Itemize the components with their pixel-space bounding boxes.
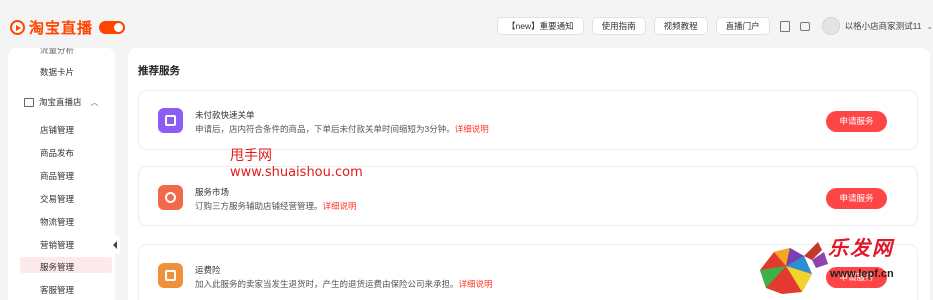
top-bar: 淘宝直播 【new】重要通知 使用指南 视频教程 直播门户 以格小店商家测试11… (0, 0, 933, 48)
sidebar: 流量分析 数据卡片 淘宝直播店 ︿ 店铺管理 商品发布 商品管理 交易管理 物流… (8, 48, 115, 300)
sidebar-item-shop-manage[interactable]: 店铺管理 (40, 124, 74, 136)
service-card: 未付款快速关单 申请后，店内符合条件的商品，下单后未付款关单时间缩短为3分钟。详… (138, 90, 918, 150)
service-desc-text: 加入此服务的卖家当发生退货时，产生的退货运费由保险公司来承担。 (195, 279, 459, 289)
watermark-text: 甩手网 (230, 148, 272, 164)
chat-icon[interactable] (799, 21, 810, 31)
sidebar-item-customer-service[interactable]: 客服管理 (40, 284, 74, 296)
service-title: 未付款快速关单 (195, 110, 255, 120)
sidebar-item-service-manage[interactable]: 服务管理 (40, 261, 74, 273)
service-desc-text: 申请后，店内符合条件的商品，下单后未付款关单时间缩短为3分钟。 (195, 124, 455, 134)
sidebar-group-label: 淘宝直播店 (39, 97, 82, 107)
live-play-icon (10, 20, 25, 35)
user-name: 以格小店商家测试11 (844, 21, 922, 31)
brand-name: 淘宝直播 (29, 20, 94, 37)
watermark-logo-text: 乐发网 (828, 238, 894, 260)
sidebar-item-marketing-manage[interactable]: 营销管理 (40, 239, 74, 251)
service-desc: 申请后，店内符合条件的商品，下单后未付款关单时间缩短为3分钟。详细说明 (195, 123, 489, 135)
watermark-logo-url: www.lepf.cn (830, 268, 894, 280)
detail-link[interactable]: 详细说明 (459, 279, 493, 289)
sidebar-item-product-manage[interactable]: 商品管理 (40, 170, 74, 182)
live-toggle-icon[interactable] (99, 21, 126, 34)
document-icon[interactable] (779, 20, 790, 32)
sidebar-item-data-card[interactable]: 数据卡片 (40, 66, 74, 78)
sidebar-item-product-publish[interactable]: 商品发布 (40, 147, 74, 159)
apply-service-button[interactable]: 申请服务 (826, 188, 887, 209)
watermark-url: www.shuaishou.com (230, 165, 363, 180)
document-check-icon (158, 108, 183, 133)
apply-service-button[interactable]: 申请服务 (826, 111, 887, 132)
user-menu[interactable]: 以格小店商家测试11 ⌄ (821, 17, 933, 35)
store-icon (24, 97, 34, 107)
sidebar-item-traffic-analysis[interactable]: 流量分析 (40, 48, 74, 56)
service-title: 服务市场 (195, 187, 230, 197)
sidebar-item-logistics-manage[interactable]: 物流管理 (40, 216, 74, 228)
chevron-down-icon: ⌄ (926, 21, 933, 31)
service-desc: 订购三方服务辅助店铺经营管理。详细说明 (195, 200, 357, 212)
detail-link[interactable]: 详细说明 (455, 124, 489, 134)
brand-logo[interactable]: 淘宝直播 (10, 17, 126, 38)
sidebar-collapse-button[interactable] (111, 236, 120, 254)
nav-important-notice[interactable]: 【new】重要通知 (497, 17, 584, 35)
service-desc: 加入此服务的卖家当发生退货时，产生的退货运费由保险公司来承担。详细说明 (195, 278, 493, 290)
nav-user-guide[interactable]: 使用指南 (591, 17, 646, 35)
nav-video-tutorial[interactable]: 视频教程 (653, 17, 708, 35)
page-title: 推荐服务 (138, 65, 180, 77)
chevron-up-icon: ︿ (90, 97, 99, 107)
sidebar-item-trade-manage[interactable]: 交易管理 (40, 193, 74, 205)
nav-live-portal[interactable]: 直播门户 (715, 17, 770, 35)
detail-link[interactable]: 详细说明 (323, 201, 357, 211)
shipping-insurance-icon (158, 263, 183, 288)
avatar (821, 17, 840, 35)
top-nav: 【new】重要通知 使用指南 视频教程 直播门户 以格小店商家测试11 ⌄ (497, 17, 933, 35)
sidebar-group-live-store[interactable]: 淘宝直播店 ︿ (24, 96, 99, 108)
service-person-icon (158, 185, 183, 210)
service-title: 运费险 (195, 265, 221, 275)
service-desc-text: 订购三方服务辅助店铺经营管理。 (195, 201, 323, 211)
